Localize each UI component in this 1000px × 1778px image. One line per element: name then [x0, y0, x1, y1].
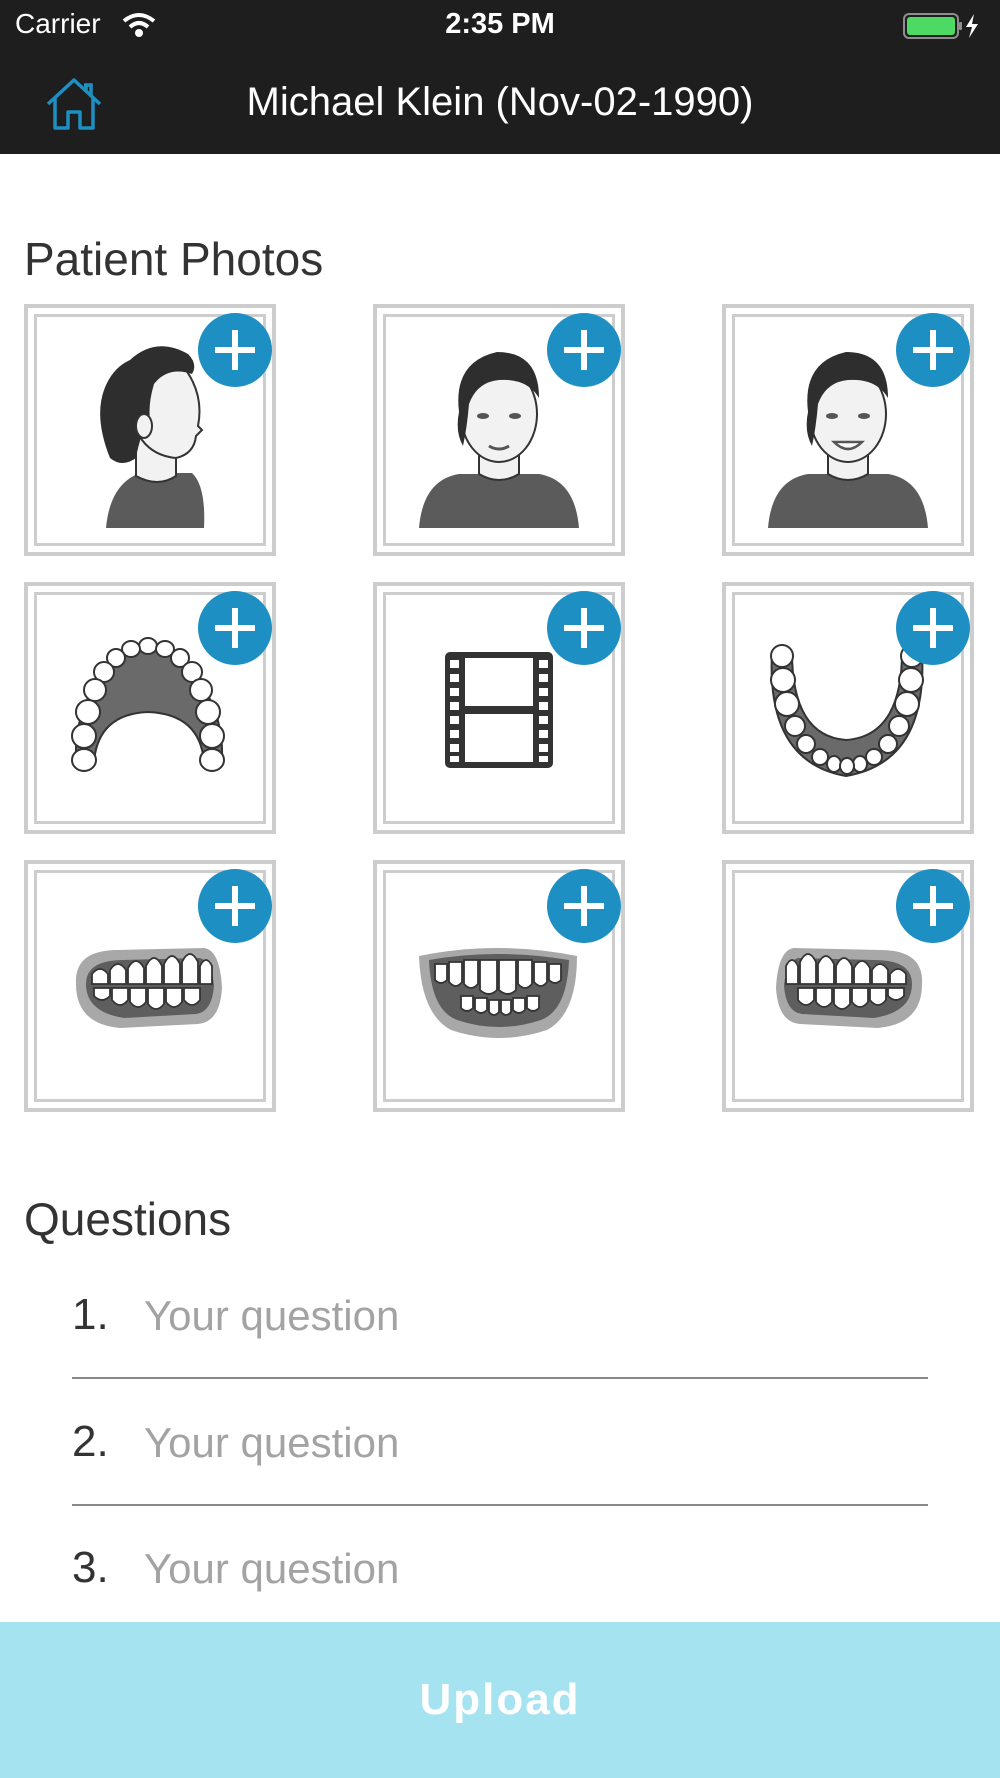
- photo-tile-smile[interactable]: [722, 304, 974, 556]
- status-bar: Carrier 2:35 PM: [0, 0, 1000, 52]
- photo-tile-front-bite[interactable]: [373, 860, 625, 1112]
- upload-button[interactable]: Upload: [0, 1622, 1000, 1778]
- questions-heading: Questions: [24, 1193, 232, 1245]
- photo-tile-right-bite[interactable]: [24, 860, 276, 1112]
- question-input-2[interactable]: [144, 1413, 914, 1473]
- photo-tile-left-bite[interactable]: [722, 860, 974, 1112]
- patient-title: Michael Klein (Nov-02-1990): [246, 80, 754, 124]
- add-photo-button[interactable]: [198, 591, 272, 665]
- question-input-3[interactable]: [144, 1539, 914, 1599]
- nav-bar: Michael Klein (Nov-02-1990): [0, 52, 1000, 154]
- add-photo-button[interactable]: [547, 313, 621, 387]
- photo-tile-frontal[interactable]: [373, 304, 625, 556]
- photo-tile-upper-arch[interactable]: [24, 582, 276, 834]
- add-photo-button[interactable]: [896, 591, 970, 665]
- video-tile[interactable]: [373, 582, 625, 834]
- question-number: 3.: [72, 1543, 109, 1592]
- add-photo-button[interactable]: [198, 869, 272, 943]
- input-underline: [72, 1377, 928, 1379]
- photo-tile-profile[interactable]: [24, 304, 276, 556]
- question-number: 1.: [72, 1290, 109, 1339]
- add-video-button[interactable]: [547, 591, 621, 665]
- question-number: 2.: [72, 1417, 109, 1466]
- add-photo-button[interactable]: [896, 313, 970, 387]
- add-photo-button[interactable]: [547, 869, 621, 943]
- patient-photos-heading: Patient Photos: [24, 233, 324, 285]
- input-underline: [72, 1504, 928, 1506]
- add-photo-button[interactable]: [896, 869, 970, 943]
- question-row-3: 3.: [72, 1533, 928, 1635]
- add-photo-button[interactable]: [198, 313, 272, 387]
- status-time: 2:35 PM: [445, 8, 555, 40]
- question-row-2: 2.: [72, 1407, 928, 1509]
- photo-tile-lower-arch[interactable]: [722, 582, 974, 834]
- question-input-1[interactable]: [144, 1286, 914, 1346]
- question-row-1: 1.: [72, 1280, 928, 1382]
- battery-icon: [903, 13, 978, 39]
